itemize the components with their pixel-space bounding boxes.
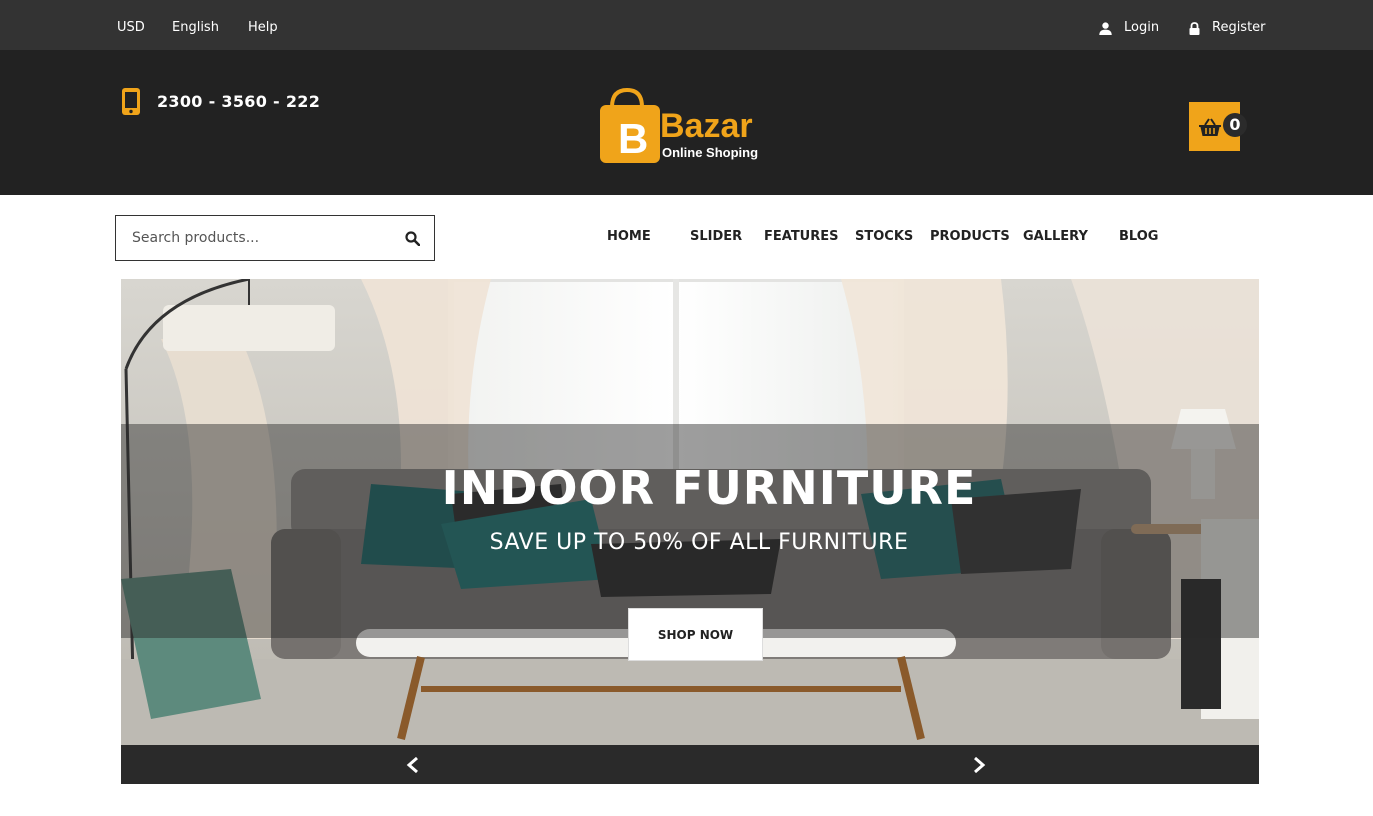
nav-item-stocks[interactable]: STOCKS bbox=[855, 229, 913, 244]
phone-contact: 2300 - 3560 - 222 bbox=[121, 87, 320, 116]
nav-item-blog[interactable]: BLOG bbox=[1119, 229, 1158, 244]
login-label: Login bbox=[1124, 20, 1160, 35]
product-search bbox=[115, 215, 435, 261]
slider-controls bbox=[121, 745, 1259, 784]
register-link[interactable]: Register bbox=[1189, 19, 1266, 37]
user-icon bbox=[1099, 21, 1112, 35]
chevron-left-icon bbox=[406, 756, 418, 774]
chevron-right-icon bbox=[974, 756, 986, 774]
search-input[interactable] bbox=[116, 216, 391, 260]
login-link[interactable]: Login bbox=[1099, 19, 1159, 37]
site-logo[interactable]: B Bazar Online Shoping bbox=[600, 87, 770, 167]
nav-item-features[interactable]: FEATURES bbox=[764, 229, 839, 244]
search-button[interactable] bbox=[405, 231, 421, 250]
cart-count-badge: 0 bbox=[1223, 113, 1247, 137]
slider-next-button[interactable] bbox=[972, 756, 986, 777]
search-icon bbox=[405, 231, 421, 247]
top-utility-bar: USD English Help Login Register bbox=[0, 0, 1373, 50]
svg-text:Bazar: Bazar bbox=[660, 107, 753, 145]
hero-title: INDOOR FURNITURE bbox=[441, 461, 977, 515]
register-label: Register bbox=[1212, 20, 1266, 35]
hero-slider: INDOOR FURNITURE SAVE UP TO 50% OF ALL F… bbox=[121, 279, 1259, 784]
help-link[interactable]: Help bbox=[248, 19, 278, 37]
currency-selector[interactable]: USD bbox=[117, 19, 145, 37]
hero-subtitle: SAVE UP TO 50% OF ALL FURNITURE bbox=[489, 530, 909, 555]
slider-prev-button[interactable] bbox=[406, 756, 420, 777]
language-selector[interactable]: English bbox=[172, 19, 219, 37]
nav-item-products[interactable]: PRODUCTS bbox=[930, 229, 1010, 244]
svg-text:Online Shoping: Online Shoping bbox=[662, 145, 758, 160]
mobile-phone-icon bbox=[122, 88, 140, 115]
svg-text:B: B bbox=[618, 115, 648, 162]
basket-icon bbox=[1199, 118, 1221, 136]
bazar-logo: B Bazar Online Shoping bbox=[600, 87, 758, 163]
site-header: 2300 - 3560 - 222 B Bazar Online Shoping… bbox=[0, 50, 1373, 195]
nav-item-gallery[interactable]: GALLERY bbox=[1023, 229, 1088, 244]
shop-now-button[interactable]: SHOP NOW bbox=[628, 608, 763, 661]
nav-item-home[interactable]: HOME bbox=[607, 229, 651, 244]
lock-icon bbox=[1189, 21, 1200, 35]
cart-button[interactable]: 0 bbox=[1189, 102, 1247, 151]
phone-number: 2300 - 3560 - 222 bbox=[157, 92, 321, 111]
nav-item-slider[interactable]: SLIDER bbox=[690, 229, 742, 244]
